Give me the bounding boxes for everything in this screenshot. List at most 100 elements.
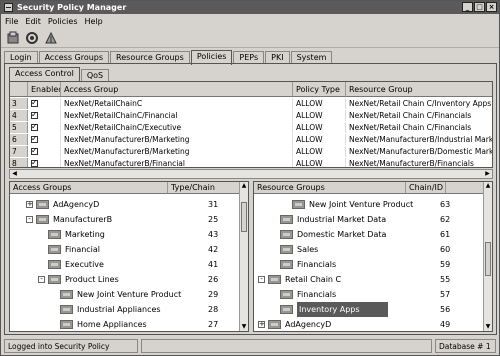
access-group-cell[interactable]: NexNet/RetailChainC — [61, 98, 293, 109]
resource-groups-scrollbar[interactable]: ▲ ▼ — [483, 182, 492, 331]
tree-item[interactable]: Financial 42 — [10, 242, 240, 257]
column-header-type-chain[interactable]: Type/Chain — [168, 182, 240, 193]
policy-table: Enabled Access Group Policy Type Resourc… — [9, 81, 493, 168]
scroll-down-arrow-icon[interactable]: ▼ — [484, 323, 492, 331]
policy-type-cell[interactable]: ALLOW — [293, 146, 346, 157]
access-group-cell[interactable]: NexNet/RetailChainC/Executive — [61, 122, 293, 133]
tree-item[interactable]: Marketing 43 — [10, 227, 240, 242]
scroll-right-arrow-icon[interactable]: ▶ — [483, 170, 492, 178]
access-groups-scrollbar[interactable]: ▲ ▼ — [239, 182, 248, 331]
tree-item[interactable]: Financials 59 — [254, 257, 484, 272]
scroll-down-arrow-icon[interactable]: ▼ — [240, 323, 248, 331]
tree-item[interactable]: Domestic Market Data 61 — [254, 227, 484, 242]
resource-group-cell[interactable]: NexNet/ManufacturerB/Domestic Mark — [346, 146, 492, 157]
column-header-resource-group[interactable]: Resource Group — [346, 82, 492, 96]
table-row[interactable]: 5 NexNet/RetailChainC/ExecutiveALLOWNexNe… — [10, 122, 492, 133]
tree-item[interactable]: Industrial Market Data 62 — [254, 212, 484, 227]
resource-group-cell[interactable]: NexNet/ManufacturerB/Industrial Marke — [346, 134, 492, 145]
policy-table-scrollbar[interactable]: ◀ ▶ — [9, 169, 493, 179]
window-menu-icon[interactable] — [4, 3, 13, 12]
row-number: 3 — [10, 98, 28, 109]
enabled-checkbox[interactable] — [31, 110, 38, 120]
table-row[interactable]: 7 NexNet/ManufacturerB/MarketingALLOWNexN… — [10, 146, 492, 157]
enabled-checkbox[interactable] — [31, 158, 38, 167]
refresh-icon[interactable] — [24, 30, 40, 46]
tree-item[interactable]: - Product Lines 26 — [10, 272, 240, 287]
enabled-checkbox[interactable] — [31, 146, 38, 156]
tree-item-label: Domestic Market Data — [297, 230, 387, 239]
enabled-checkbox[interactable] — [31, 122, 38, 132]
maximize-button[interactable]: □ — [474, 2, 485, 12]
open-icon[interactable] — [5, 30, 21, 46]
policy-type-cell[interactable]: ALLOW — [293, 158, 346, 167]
column-header-enabled[interactable]: Enabled — [28, 82, 61, 96]
scroll-up-arrow-icon[interactable]: ▲ — [240, 182, 248, 190]
policy-type-cell[interactable]: ALLOW — [293, 122, 346, 133]
tree-item[interactable]: + AdAgencyD 49 — [254, 317, 484, 331]
tree-item[interactable]: New Joint Venture Product 29 — [10, 287, 240, 302]
tree-item[interactable]: - ManufacturerB 25 — [10, 212, 240, 227]
menu-help[interactable]: Help — [84, 17, 102, 26]
resource-group-cell[interactable]: NexNet/ManufacturerB/Financials — [346, 158, 492, 167]
tree-item[interactable]: Inventory Apps 56 — [254, 302, 484, 317]
tree-item[interactable]: New Joint Venture Product 63 — [254, 197, 484, 212]
resource-groups-tree: Resource Groups Chain/ID ▲ ▼ New Joint V… — [253, 181, 493, 332]
collapse-icon[interactable]: - — [26, 216, 33, 223]
tree-item[interactable]: Industrial Appliances 28 — [10, 302, 240, 317]
tree-item-label: Financials — [297, 290, 337, 299]
collapse-icon[interactable]: - — [38, 276, 45, 283]
tree-item-value: 28 — [208, 305, 219, 314]
access-group-cell[interactable]: NexNet/ManufacturerB/Marketing — [61, 146, 293, 157]
expand-icon[interactable]: + — [258, 321, 265, 328]
scroll-left-arrow-icon[interactable]: ◀ — [10, 170, 19, 178]
access-group-cell[interactable]: NexNet/ManufacturerB/Marketing — [61, 134, 293, 145]
menu-policies[interactable]: Policies — [48, 17, 78, 26]
scroll-up-arrow-icon[interactable]: ▲ — [484, 182, 492, 190]
column-header-resource-groups[interactable]: Resource Groups — [254, 182, 406, 193]
enabled-checkbox[interactable] — [31, 98, 38, 108]
table-row[interactable]: 4 NexNet/RetailChainC/FinancialALLOWNexNe… — [10, 110, 492, 121]
table-row[interactable]: 6 NexNet/ManufacturerB/MarketingALLOWNexN… — [10, 134, 492, 145]
enabled-checkbox[interactable] — [31, 134, 38, 144]
policy-type-cell[interactable]: ALLOW — [293, 98, 346, 109]
scroll-thumb[interactable] — [241, 202, 247, 232]
tab-access-control[interactable]: Access Control — [9, 67, 80, 81]
collapse-icon[interactable]: - — [258, 276, 265, 283]
scroll-thumb[interactable] — [485, 242, 491, 276]
main-tabs: Login Access Groups Resource Groups Poli… — [4, 50, 333, 65]
column-header-chain-id[interactable]: Chain/ID — [406, 182, 446, 193]
resource-group-cell[interactable]: NexNet/Retail Chain C/Inventory Apps — [346, 98, 492, 109]
menu-edit[interactable]: Edit — [25, 17, 41, 26]
policy-type-cell[interactable]: ALLOW — [293, 110, 346, 121]
tree-item[interactable]: Home Appliances 27 — [10, 317, 240, 331]
column-header-policy-type[interactable]: Policy Type — [293, 82, 346, 96]
access-group-cell[interactable]: NexNet/RetailChainC/Financial — [61, 110, 293, 121]
column-header-access-groups[interactable]: Access Groups — [10, 182, 168, 193]
minimize-button[interactable]: _ — [462, 2, 473, 12]
column-header-access-group[interactable]: Access Group — [61, 82, 293, 96]
expand-icon[interactable]: + — [26, 201, 33, 208]
status-message: Logged into Security Policy Manager — [4, 339, 138, 353]
resource-group-cell[interactable]: NexNet/Retail Chain C/Financials — [346, 110, 492, 121]
tab-qos[interactable]: QoS — [80, 69, 110, 81]
menu-file[interactable]: File — [5, 17, 18, 26]
table-row[interactable]: 8 NexNet/ManufacturerB/FinancialALLOWNexN… — [10, 158, 492, 167]
access-group-cell[interactable]: NexNet/ManufacturerB/Financial — [61, 158, 293, 167]
table-row[interactable]: 3 NexNet/RetailChainCALLOWNexNet/Retail C… — [10, 98, 492, 109]
tree-item[interactable]: Sales 60 — [254, 242, 484, 257]
close-button[interactable]: × — [486, 2, 497, 12]
tree-item[interactable]: + AdAgencyD 31 — [10, 197, 240, 212]
tree-item-value: 55 — [440, 275, 451, 284]
group-icon — [268, 320, 281, 329]
tree-item[interactable]: - Retail Chain C 55 — [254, 272, 484, 287]
tree-item[interactable]: Financials 57 — [254, 287, 484, 302]
group-icon — [280, 305, 293, 314]
tree-item-label: AdAgencyD — [53, 200, 100, 209]
tree-item-value: 25 — [208, 215, 219, 224]
tree-item[interactable]: Executive 41 — [10, 257, 240, 272]
policy-tool-icon[interactable] — [43, 30, 59, 46]
tree-item-value: 26 — [208, 275, 219, 284]
tree-item-value: 42 — [208, 245, 219, 254]
policy-type-cell[interactable]: ALLOW — [293, 134, 346, 145]
resource-group-cell[interactable]: NexNet/Retail Chain C/Financials — [346, 122, 492, 133]
